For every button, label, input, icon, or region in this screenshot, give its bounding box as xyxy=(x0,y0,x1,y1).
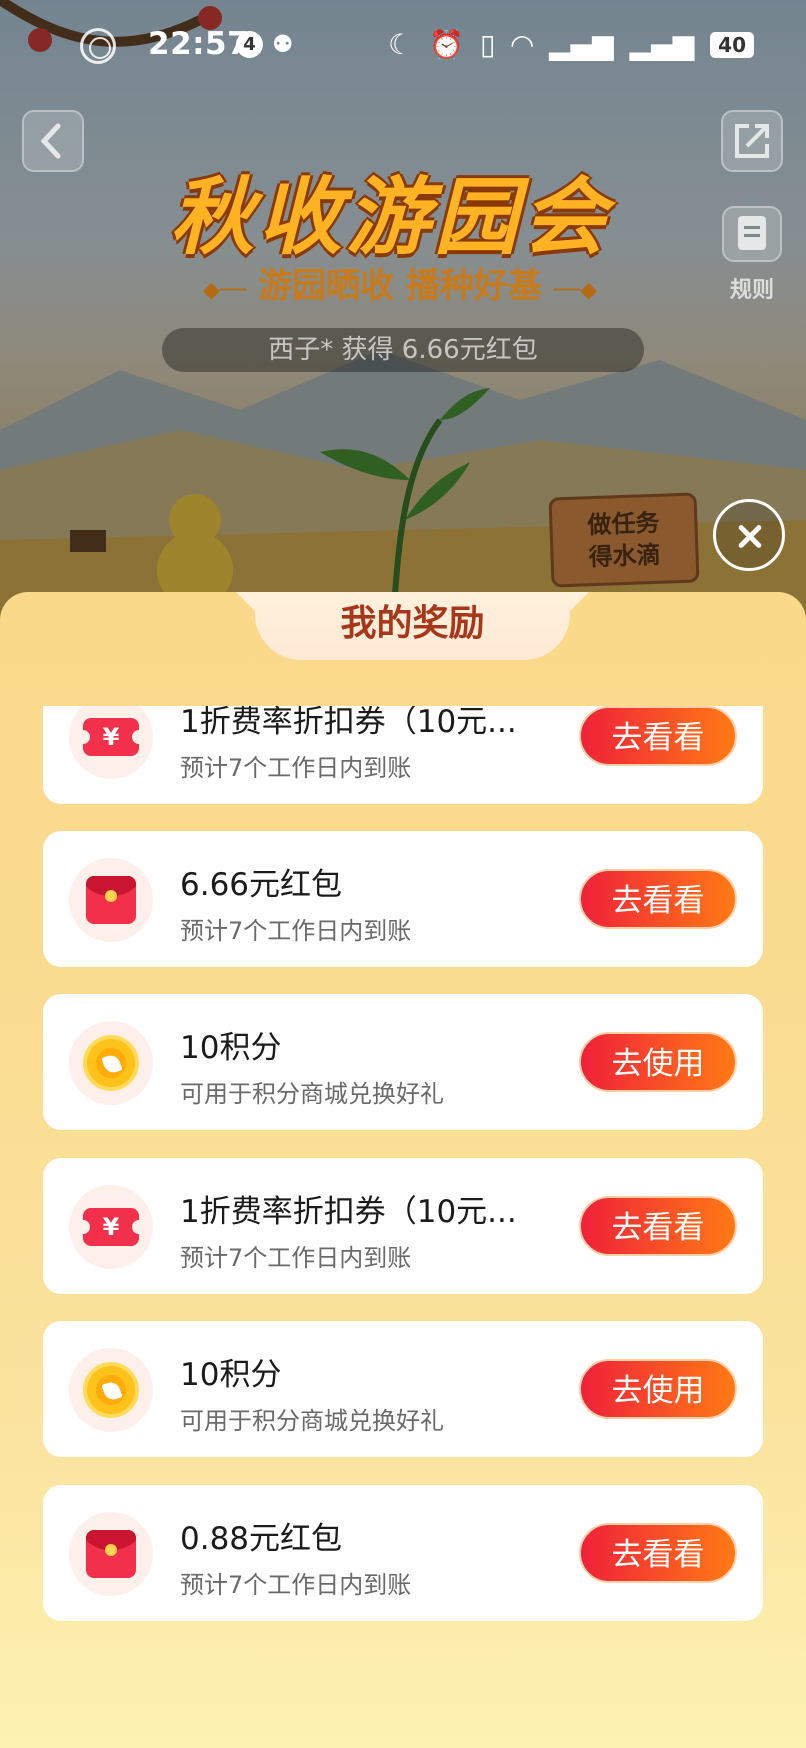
signal-2-icon: ▂▄▆ xyxy=(629,28,695,61)
diamond-icon: ──◆ xyxy=(553,278,598,303)
reward-desc: 预计7个工作日内到账 xyxy=(180,1571,412,1599)
task-sign-button[interactable]: 做任务 得水滴 xyxy=(548,492,700,588)
back-button[interactable] xyxy=(22,110,84,172)
red-envelope-icon xyxy=(86,876,136,924)
rewards-list[interactable]: ¥ 1折费率折扣券（10元... 预计7个工作日内到账 去看看 6.66元红包 … xyxy=(0,706,806,1748)
battery-indicator: 40 xyxy=(710,31,754,58)
diamond-icon: ◆── xyxy=(202,278,247,303)
alarm-icon: ⏰ xyxy=(429,28,464,61)
share-button[interactable] xyxy=(721,110,783,172)
view-button[interactable]: 去看看 xyxy=(579,706,737,766)
winner-ticker: 西子* 获得 6.66元红包 xyxy=(162,328,644,372)
screen-record-icon xyxy=(80,28,116,64)
red-envelope-icon xyxy=(86,1530,136,1578)
reward-card: 10积分 可用于积分商城兑换好礼 去使用 xyxy=(43,994,763,1130)
rules-label: 规则 xyxy=(729,278,774,303)
reward-title: 0.88元红包 xyxy=(180,1521,343,1557)
document-icon xyxy=(738,216,766,250)
signal-icon: ▂▄▆ xyxy=(548,28,614,61)
reward-title: 10积分 xyxy=(180,1357,282,1393)
vibrate-icon: ▯ xyxy=(479,28,496,61)
close-button[interactable] xyxy=(713,499,785,571)
use-button[interactable]: 去使用 xyxy=(579,1032,737,1092)
view-button[interactable]: 去看看 xyxy=(579,869,737,929)
reward-card: ¥ 1折费率折扣券（10元... 预计7个工作日内到账 去看看 xyxy=(43,1158,763,1294)
notification-count-badge: 4 xyxy=(236,31,263,58)
sheet-title: 我的奖励 xyxy=(255,592,570,660)
reward-card: ¥ 1折费率折扣券（10元... 预计7个工作日内到账 去看看 xyxy=(43,706,763,804)
rules-button[interactable] xyxy=(722,206,782,262)
contacts-icon: ⚉ xyxy=(272,30,294,58)
reward-title: 10积分 xyxy=(180,1030,282,1066)
reward-desc: 可用于积分商城兑换好礼 xyxy=(180,1407,444,1435)
event-subtitle: ◆── 游园晒收 播种好基 ──◆ xyxy=(202,266,598,306)
reward-desc: 预计7个工作日内到账 xyxy=(180,917,412,945)
reward-desc: 预计7个工作日内到账 xyxy=(180,1244,412,1272)
reward-title: 1折费率折扣券（10元... xyxy=(180,1194,517,1230)
points-coin-icon xyxy=(83,1035,139,1091)
event-title: 秋收游园会 xyxy=(169,168,610,266)
reward-desc: 可用于积分商城兑换好礼 xyxy=(180,1080,444,1108)
status-bar: 22:57 4 ⚉ ☾ ⏰ ▯ ◠ ▂▄▆ ▂▄▆ 40 xyxy=(0,0,806,92)
view-button[interactable]: 去看看 xyxy=(579,1196,737,1256)
do-not-disturb-icon: ☾ xyxy=(387,28,414,61)
reward-desc: 预计7个工作日内到账 xyxy=(180,754,412,782)
reward-title: 1折费率折扣券（10元... xyxy=(180,706,517,740)
reward-card: 6.66元红包 预计7个工作日内到账 去看看 xyxy=(43,831,763,967)
use-button[interactable]: 去使用 xyxy=(579,1359,737,1419)
view-button[interactable]: 去看看 xyxy=(579,1523,737,1583)
rewards-sheet: 我的奖励 ¥ 1折费率折扣券（10元... 预计7个工作日内到账 去看看 6.6… xyxy=(0,592,806,1748)
coupon-icon: ¥ xyxy=(76,1208,146,1246)
chevron-left-icon xyxy=(40,123,61,159)
wifi-icon: ◠ xyxy=(511,28,533,61)
status-time: 22:57 xyxy=(148,26,250,62)
reward-title: 6.66元红包 xyxy=(180,867,343,903)
coupon-icon: ¥ xyxy=(76,718,146,756)
share-icon xyxy=(735,124,769,158)
reward-card: 10积分 可用于积分商城兑换好礼 去使用 xyxy=(43,1321,763,1457)
reward-card: 0.88元红包 预计7个工作日内到账 去看看 xyxy=(43,1485,763,1621)
points-coin-icon xyxy=(83,1362,139,1418)
